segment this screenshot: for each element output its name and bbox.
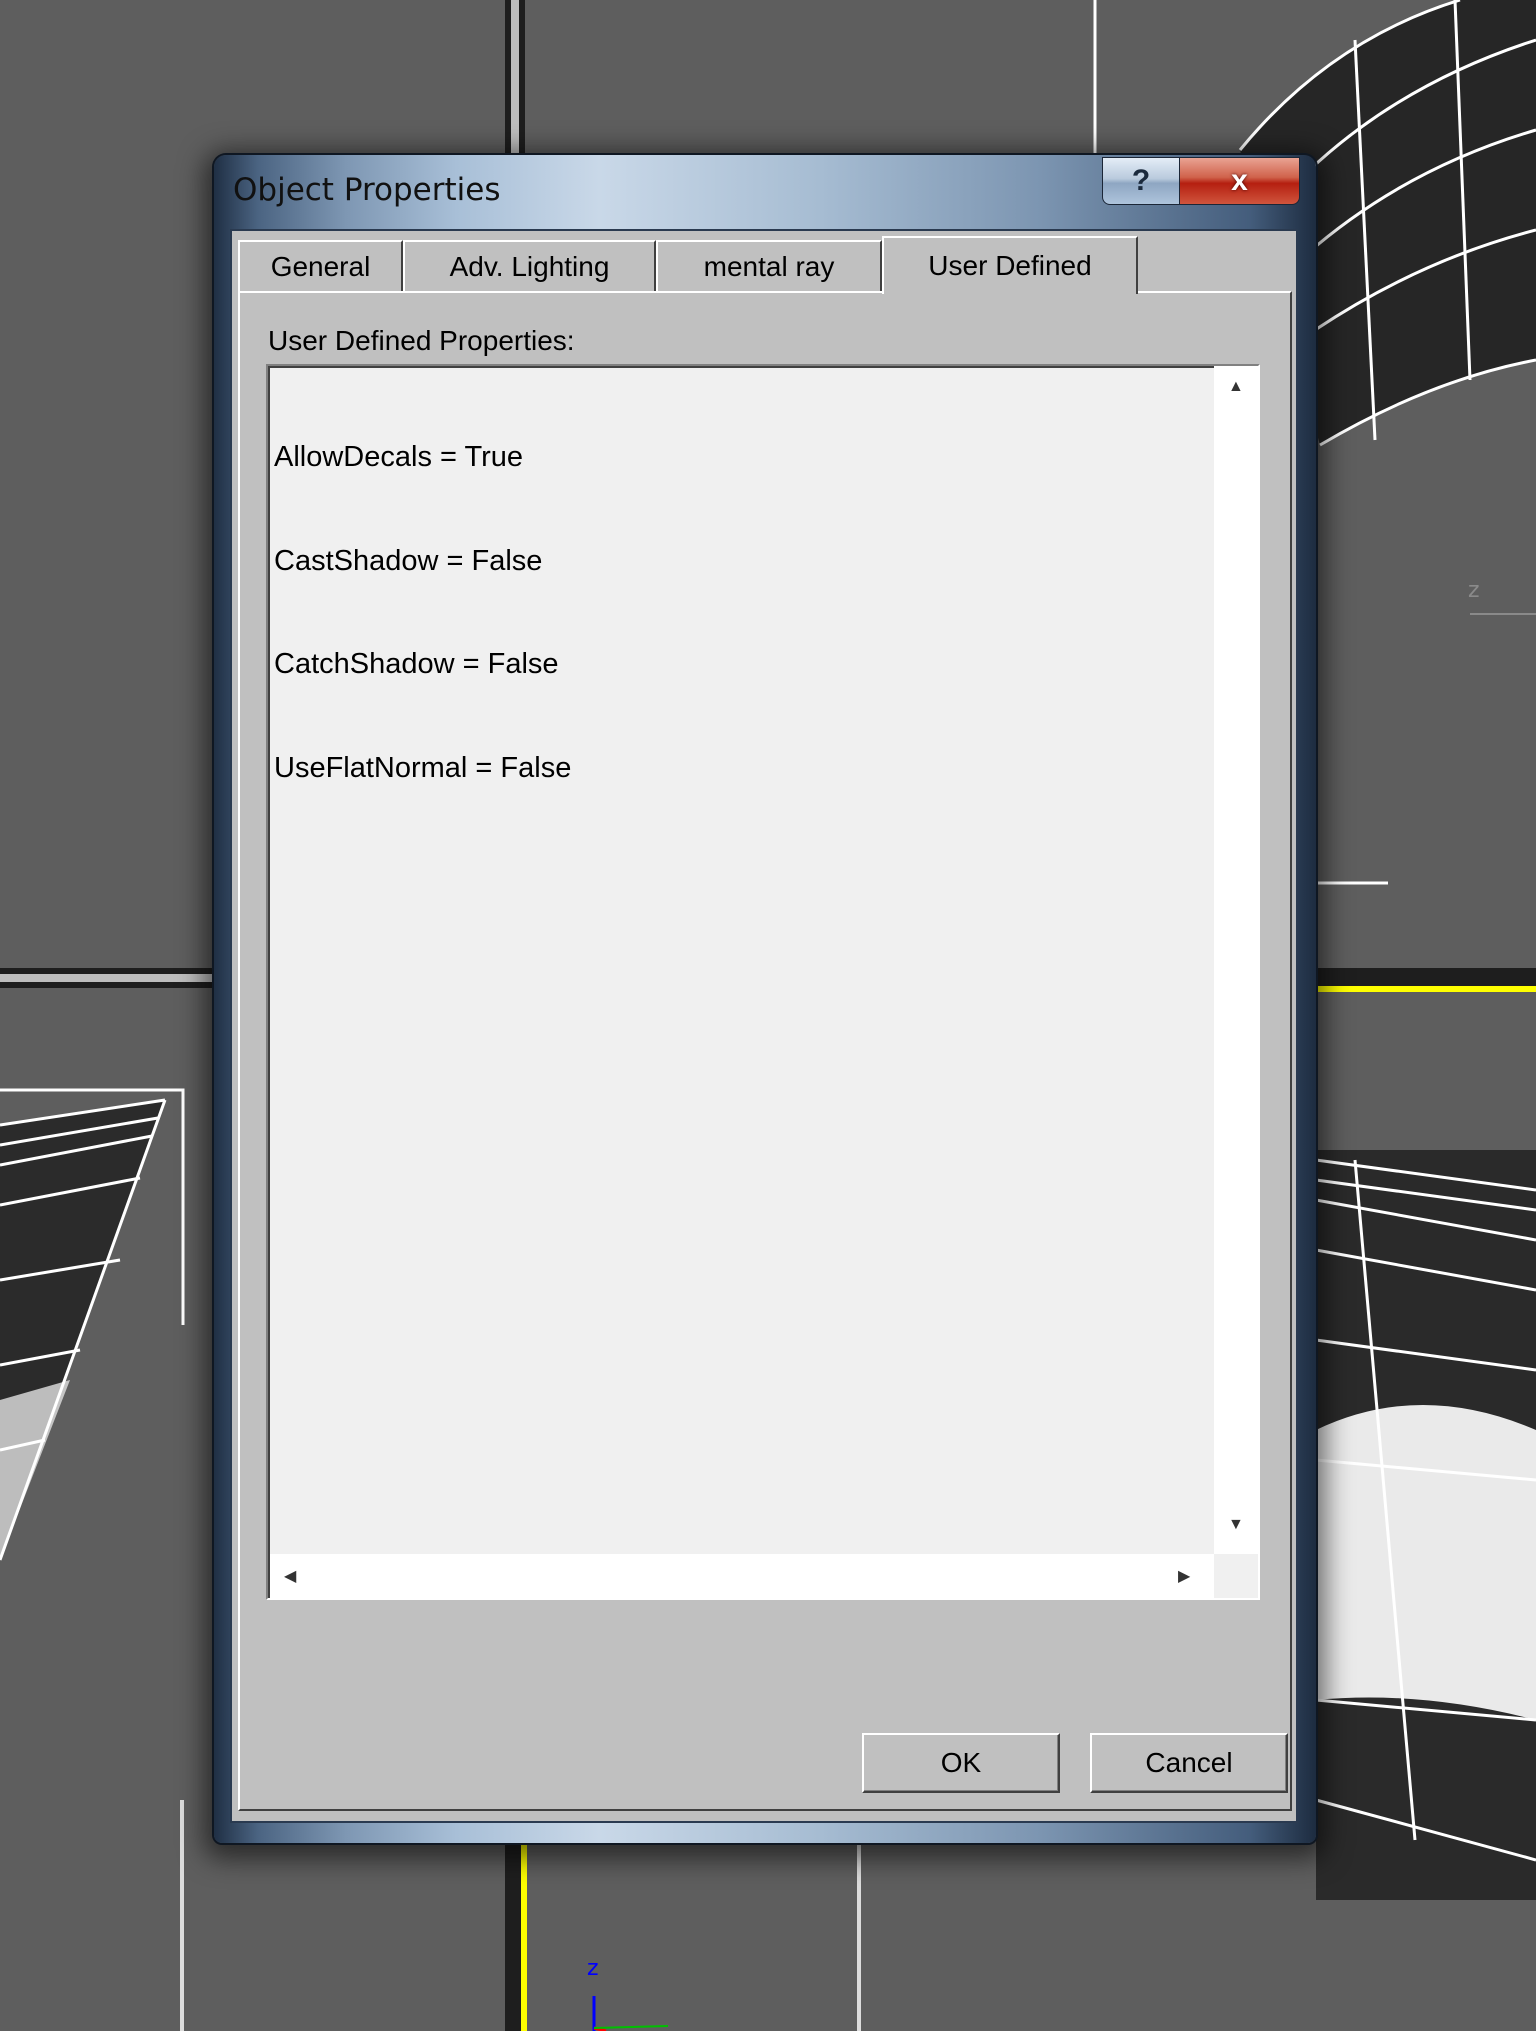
- dialog-titlebar[interactable]: Object Properties ? x: [214, 155, 1316, 227]
- tab-strip: General Adv. Lighting mental ray User De…: [238, 236, 1296, 294]
- user-defined-properties-label: User Defined Properties:: [268, 325, 575, 356]
- object-properties-dialog: Object Properties ? x General Adv. Light…: [214, 155, 1316, 1843]
- properties-text[interactable]: AllowDecals = True CastShadow = False Ca…: [270, 368, 1214, 1554]
- property-line: UseFlatNormal = False: [274, 751, 572, 784]
- scroll-up-arrow-icon[interactable]: ▲: [1228, 378, 1244, 396]
- axis-z-label: z: [587, 1956, 599, 1981]
- ok-button-label: OK: [940, 1747, 982, 1778]
- scroll-corner: [1214, 1554, 1258, 1598]
- vertical-scrollbar[interactable]: ▲ ▼: [1214, 366, 1258, 1554]
- user-defined-properties-textarea[interactable]: AllowDecals = True CastShadow = False Ca…: [266, 364, 1260, 1600]
- close-icon: x: [1231, 164, 1248, 197]
- property-line: CatchShadow = False: [274, 648, 559, 680]
- tab-adv-lighting[interactable]: Adv. Lighting: [403, 240, 656, 292]
- dialog-client-area: General Adv. Lighting mental ray User De…: [230, 229, 1298, 1823]
- help-icon: ?: [1131, 164, 1151, 197]
- help-button[interactable]: ?: [1102, 157, 1180, 205]
- tab-label: User Defined: [928, 250, 1092, 281]
- scroll-down-arrow-icon[interactable]: ▼: [1228, 1516, 1244, 1534]
- caption-buttons: ? x: [1102, 157, 1300, 205]
- scroll-right-arrow-icon[interactable]: ▶: [1178, 1566, 1190, 1586]
- active-viewport-border: [1316, 986, 1536, 992]
- cancel-button[interactable]: Cancel: [1090, 1733, 1288, 1793]
- ok-button[interactable]: OK: [862, 1733, 1060, 1793]
- horizontal-scrollbar[interactable]: ◀ ▶: [270, 1554, 1214, 1598]
- wireframe-bottom-right: [1315, 1150, 1536, 1900]
- cancel-button-label: Cancel: [1145, 1747, 1233, 1778]
- tab-label: Adv. Lighting: [449, 251, 610, 282]
- tab-user-defined[interactable]: User Defined: [882, 236, 1138, 294]
- dialog-title: Object Properties: [233, 172, 501, 208]
- property-line: AllowDecals = True: [274, 441, 524, 473]
- property-line: CastShadow = False: [274, 544, 543, 577]
- tab-mental-ray[interactable]: mental ray: [656, 240, 882, 292]
- axis-z-label-right: z: [1468, 578, 1480, 603]
- tab-label: mental ray: [703, 251, 835, 282]
- tab-label: General: [270, 251, 371, 282]
- close-button[interactable]: x: [1180, 157, 1300, 205]
- scroll-left-arrow-icon[interactable]: ◀: [284, 1566, 296, 1586]
- tab-general[interactable]: General: [238, 240, 403, 292]
